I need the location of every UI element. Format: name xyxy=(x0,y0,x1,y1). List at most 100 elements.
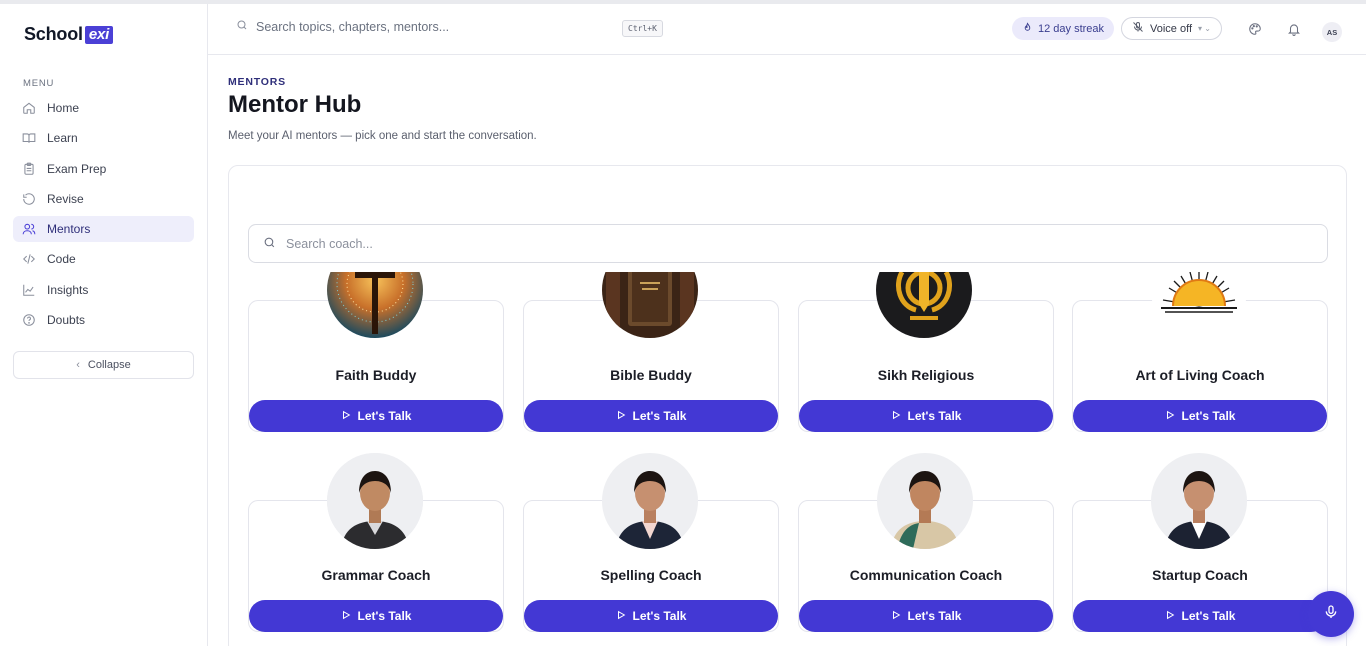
voice-label: Voice off xyxy=(1150,22,1192,35)
lets-talk-label: Let's Talk xyxy=(632,409,687,423)
code-icon xyxy=(22,252,36,266)
page-title: Mentor Hub xyxy=(228,91,362,118)
sidebar-item-label: Code xyxy=(47,252,76,267)
lets-talk-button[interactable]: Let's Talk xyxy=(249,400,503,432)
sidebar-nav: Home Learn Exam Prep Revise Mentors Code… xyxy=(13,95,194,337)
menu-label: MENU xyxy=(23,78,55,89)
sidebar-item-mentors[interactable]: Mentors xyxy=(13,216,194,243)
lets-talk-button[interactable]: Let's Talk xyxy=(799,400,1053,432)
flame-icon xyxy=(1022,21,1033,36)
users-icon xyxy=(22,222,36,236)
mentor-name: Sikh Religious xyxy=(877,367,975,383)
coach-search-placeholder: Search coach... xyxy=(286,236,373,251)
sidebar-item-label: Learn xyxy=(47,131,78,146)
app-window: School exi MENU Home Learn Exam Prep Rev… xyxy=(0,0,1366,646)
palette-icon[interactable] xyxy=(1248,22,1262,41)
mic-off-icon xyxy=(1132,21,1144,36)
sidebar-item-exam-prep[interactable]: Exam Prep xyxy=(13,156,194,182)
lets-talk-label: Let's Talk xyxy=(357,409,412,423)
search-icon xyxy=(236,19,248,34)
topbar: Search topics, chapters, mentors... Ctrl… xyxy=(208,4,1366,55)
collapse-button[interactable]: ‹ Collapse xyxy=(13,351,194,379)
mentor-name: Spelling Coach xyxy=(600,567,702,583)
mentor-name: Art of Living Coach xyxy=(1135,367,1265,383)
sidebar-item-label: Doubts xyxy=(47,313,86,328)
khanda-symbol-portrait xyxy=(876,272,972,338)
portrait-strip-row1 xyxy=(228,272,1347,362)
lets-talk-button[interactable]: Let's Talk xyxy=(799,600,1053,632)
lets-talk-button[interactable]: Let's Talk xyxy=(524,600,778,632)
search-shortcut-badge: Ctrl+K xyxy=(622,20,663,37)
play-icon xyxy=(616,609,626,623)
global-search-input[interactable]: Search topics, chapters, mentors... xyxy=(236,19,449,34)
mentor-name: Faith Buddy xyxy=(335,367,417,383)
streak-label: 12 day streak xyxy=(1038,22,1105,35)
play-icon xyxy=(891,609,901,623)
lets-talk-label: Let's Talk xyxy=(907,409,962,423)
sidebar-item-code[interactable]: Code xyxy=(13,246,194,272)
refresh-icon xyxy=(22,192,36,206)
play-icon xyxy=(616,409,626,423)
lets-talk-button[interactable]: Let's Talk xyxy=(1073,400,1327,432)
play-icon xyxy=(1165,409,1175,423)
play-icon xyxy=(341,609,351,623)
mic-icon xyxy=(1323,604,1339,625)
sidebar-item-insights[interactable]: Insights xyxy=(13,277,194,303)
mentor-name: Bible Buddy xyxy=(610,367,692,383)
grammar-coach-portrait xyxy=(327,453,423,549)
clipboard-icon xyxy=(22,162,36,176)
brand-mark: exi xyxy=(84,25,114,44)
lets-talk-label: Let's Talk xyxy=(1181,609,1236,623)
play-icon xyxy=(891,409,901,423)
mentor-name: Communication Coach xyxy=(849,567,1003,583)
chart-icon xyxy=(22,283,36,297)
sidebar-item-label: Insights xyxy=(47,282,89,297)
lets-talk-button[interactable]: Let's Talk xyxy=(1073,600,1327,632)
collapse-label: Collapse xyxy=(87,359,131,371)
rising-sun-portrait xyxy=(1151,272,1247,338)
lets-talk-button[interactable]: Let's Talk xyxy=(524,400,778,432)
sidebar: School exi MENU Home Learn Exam Prep Rev… xyxy=(0,4,208,646)
main-content: MENTORS Mentor Hub Meet your AI mentors … xyxy=(208,55,1366,646)
brand-name: School xyxy=(24,24,83,44)
lets-talk-label: Let's Talk xyxy=(632,609,687,623)
chevron-left-icon: ‹ xyxy=(76,359,80,371)
coach-search-input[interactable]: Search coach... xyxy=(248,224,1328,263)
lets-talk-label: Let's Talk xyxy=(1181,409,1236,423)
home-icon xyxy=(22,101,36,115)
streak-badge[interactable]: 12 day streak xyxy=(1012,17,1115,40)
voice-toggle-select[interactable]: Voice off ▾ ⌄ xyxy=(1121,17,1222,40)
spelling-coach-portrait xyxy=(602,453,698,549)
help-icon xyxy=(22,313,36,327)
play-icon xyxy=(1165,609,1175,623)
sidebar-item-revise[interactable]: Revise xyxy=(13,186,194,212)
chevron-down-icon: ▾ ⌄ xyxy=(1198,24,1211,33)
lets-talk-button[interactable]: Let's Talk xyxy=(249,600,503,632)
sidebar-item-label: Revise xyxy=(47,191,84,206)
bell-icon[interactable] xyxy=(1287,22,1301,41)
sidebar-item-label: Exam Prep xyxy=(47,161,107,176)
sidebar-item-label: Home xyxy=(47,101,80,115)
global-search-placeholder: Search topics, chapters, mentors... xyxy=(256,19,450,34)
voice-mic-button[interactable] xyxy=(1308,591,1354,637)
lets-talk-label: Let's Talk xyxy=(357,609,412,623)
sidebar-item-home[interactable]: Home xyxy=(13,95,194,121)
startup-coach-portrait xyxy=(1151,453,1247,549)
page-subtitle: Meet your AI mentors — pick one and star… xyxy=(228,130,537,142)
faith-buddy-portrait xyxy=(327,272,423,338)
play-icon xyxy=(341,409,351,423)
page-eyebrow: MENTORS xyxy=(228,76,286,88)
communication-coach-portrait xyxy=(877,453,973,549)
mentor-name: Startup Coach xyxy=(1152,567,1248,583)
mentor-panel: Search coach... Faith Buddy Let's Talk B… xyxy=(228,165,1347,646)
bible-buddy-portrait xyxy=(602,272,698,338)
user-avatar[interactable]: AS xyxy=(1322,22,1342,42)
mentor-name: Grammar Coach xyxy=(321,567,431,583)
sidebar-item-learn[interactable]: Learn xyxy=(13,125,194,151)
search-icon xyxy=(263,236,276,252)
sidebar-item-doubts[interactable]: Doubts xyxy=(13,307,194,333)
lets-talk-label: Let's Talk xyxy=(907,609,962,623)
brand-logo[interactable]: School exi xyxy=(24,24,114,45)
sidebar-item-label: Mentors xyxy=(47,222,91,237)
book-icon xyxy=(22,131,36,145)
